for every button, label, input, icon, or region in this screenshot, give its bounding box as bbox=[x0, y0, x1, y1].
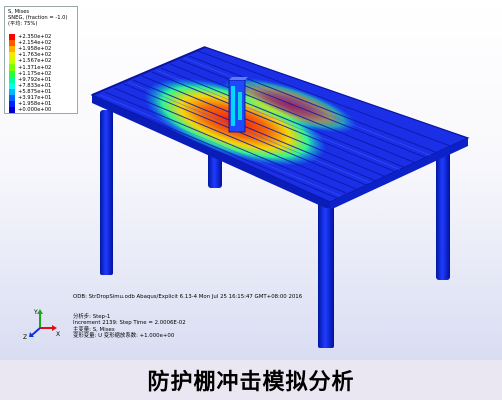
legend-value: +0.000e+00 bbox=[18, 107, 52, 114]
legend-value: +1.763e+02 bbox=[18, 52, 52, 59]
legend-value: +1.958e+01 bbox=[18, 101, 52, 108]
legend-value: +9.792e+01 bbox=[18, 76, 52, 83]
impact-column bbox=[228, 77, 248, 133]
legend-value: +1.371e+02 bbox=[18, 64, 52, 71]
odb-step-line: 分析步: Step-1 bbox=[73, 313, 111, 320]
legend-color-scale: +2.350e+02 +2.154e+02 +1.958e+02 +1.763e+02… bbox=[9, 34, 52, 114]
model-viewport[interactable]: S, Mises SNEG, (fraction = -1.0) (平均: 75… bbox=[0, 0, 502, 360]
legend-value: +2.154e+02 bbox=[18, 40, 52, 47]
odb-increment-line: Increment 2139: Step Time = 2.0006E-02 bbox=[73, 320, 186, 327]
legend-row: +0.000e+00 bbox=[9, 107, 52, 114]
legend-value: +3.917e+01 bbox=[18, 94, 52, 101]
odb-deformed-var-line: 变形变量: U 变形缩放系数: +1.000e+00 bbox=[73, 333, 175, 340]
triad-x-label: X bbox=[56, 331, 60, 338]
triad-y-label: Y bbox=[33, 309, 38, 316]
triad-z-label: Z bbox=[23, 334, 27, 340]
legend-value: +5.875e+01 bbox=[18, 88, 52, 95]
legend-value: +1.175e+02 bbox=[18, 70, 52, 77]
odb-title-line: ODB: StrDropSimu.odb Abaqus/Explicit 6.1… bbox=[73, 294, 303, 300]
legend-swatch bbox=[9, 107, 15, 114]
odb-info-block: ODB: StrDropSimu.odb Abaqus/Explicit 6.1… bbox=[73, 294, 302, 340]
legend-average-label: (平均: 75%) bbox=[8, 21, 38, 27]
legend-value: +7.833e+01 bbox=[18, 82, 52, 89]
page-caption: 防护棚冲击模拟分析 bbox=[147, 369, 355, 395]
contour-legend: S, Mises SNEG, (fraction = -1.0) (平均: 75… bbox=[4, 6, 78, 114]
legend-value: +1.958e+02 bbox=[18, 46, 52, 53]
legend-value: +1.567e+02 bbox=[18, 58, 52, 65]
legend-value: +2.350e+02 bbox=[18, 34, 52, 41]
coordinate-triad: Y X Z bbox=[23, 309, 60, 340]
